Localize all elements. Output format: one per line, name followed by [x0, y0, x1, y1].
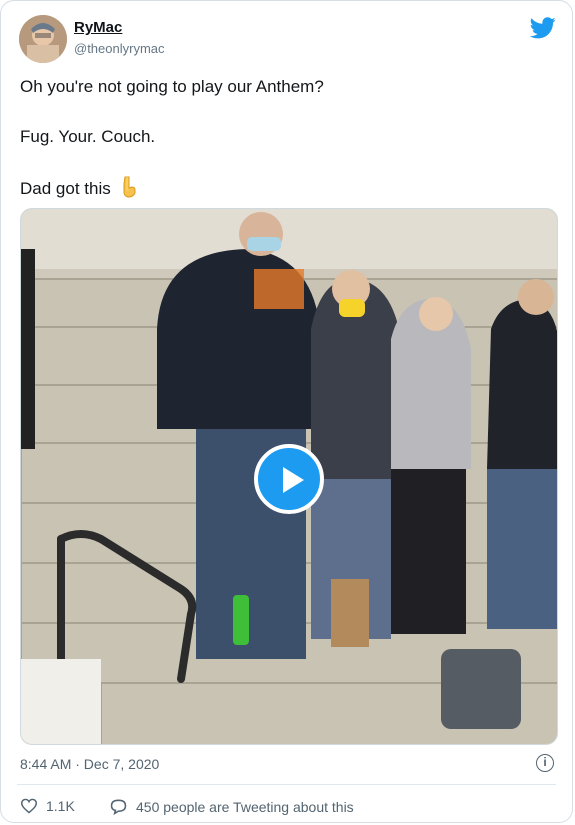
tweet-text-line-2: Fug. Your. Couch. [20, 127, 156, 146]
info-icon[interactable]: i [536, 754, 554, 772]
tweet-timestamp[interactable]: 8:44 AM · Dec 7, 2020 [20, 756, 159, 772]
user-handle[interactable]: @theonlyrymac [74, 41, 165, 56]
avatar[interactable] [19, 15, 67, 63]
tweeting-about-link[interactable]: 450 people are Tweeting about this [109, 798, 354, 815]
play-icon [283, 467, 304, 493]
like-button[interactable]: 1.1K [20, 798, 75, 814]
twitter-bird-icon[interactable] [530, 17, 556, 39]
pointing-down-emoji [119, 176, 139, 203]
tweet-text-line-3: Dad got this [20, 176, 139, 203]
display-name[interactable]: RyMac [74, 19, 122, 36]
speech-bubble-icon [110, 799, 127, 815]
tweet-text-line-1: Oh you're not going to play our Anthem? [20, 77, 324, 96]
video-player[interactable] [20, 208, 558, 745]
divider [17, 784, 556, 785]
tweeting-about-text: 450 people are Tweeting about this [136, 798, 354, 815]
tweet-card: RyMac @theonlyrymac Oh you're not going … [0, 0, 573, 823]
tweet-text-line-3-label: Dad got this [20, 178, 111, 198]
play-button[interactable] [254, 444, 324, 514]
heart-icon [20, 798, 38, 814]
like-count: 1.1K [46, 798, 75, 814]
